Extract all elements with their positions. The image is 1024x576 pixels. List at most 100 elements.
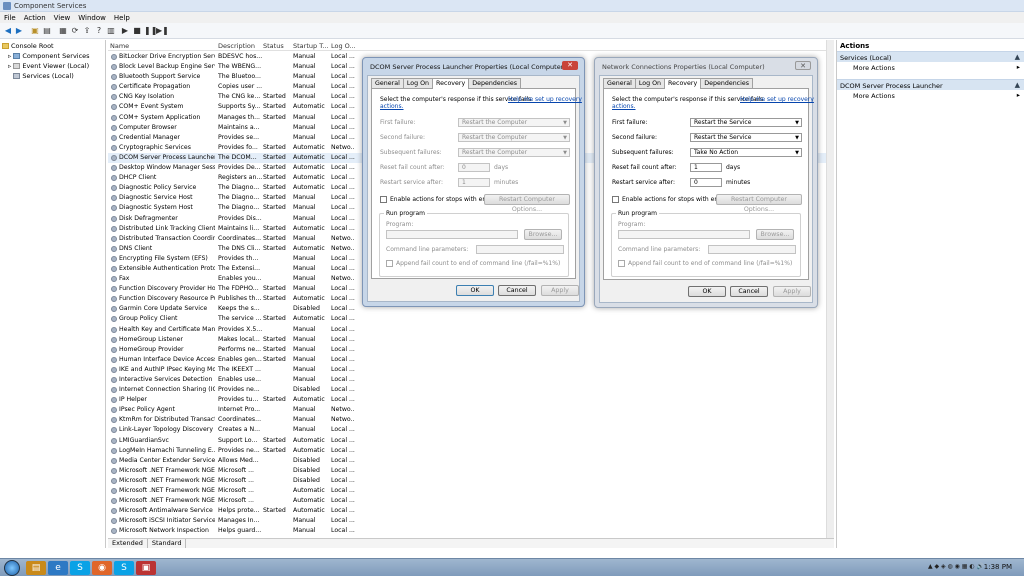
table-row[interactable]: IKE and AuthIP IPsec Keying Mo... The IKE… [108, 365, 834, 375]
enable-actions-checkbox[interactable] [612, 196, 619, 203]
tree-event-viewer[interactable]: ▹ Event Viewer (Local) [8, 62, 89, 70]
table-row[interactable]: HomeGroup Listener Makes local... Started M… [108, 335, 834, 345]
restart-options-button[interactable]: Restart Computer Options... [716, 194, 802, 213]
append-checkbox[interactable] [618, 260, 625, 267]
collapse-icon[interactable]: ▲ [1015, 81, 1020, 89]
cmd-input[interactable] [476, 245, 564, 254]
play-icon[interactable]: ▶ [120, 26, 130, 36]
menu-window[interactable]: Window [74, 12, 110, 22]
tab-dependencies[interactable]: Dependencies [468, 78, 522, 88]
more-actions-1[interactable]: More Actions ▸ [837, 62, 1024, 73]
table-row[interactable]: Internet Connection Sharing (ICS) Provide… [108, 385, 834, 395]
table-row[interactable]: IP Helper Provides tu... Started Automatic L… [108, 395, 834, 405]
more-actions-2[interactable]: More Actions ▸ [837, 90, 1024, 101]
help-link-2[interactable]: actions. [380, 103, 404, 110]
export-icon[interactable]: ⇪ [82, 26, 92, 36]
restart-input[interactable]: 1 [458, 178, 490, 187]
browse-button[interactable]: Browse... [756, 229, 794, 240]
table-row[interactable]: HomeGroup Provider Performs ne... Started M… [108, 345, 834, 355]
tab-extended[interactable]: Extended [108, 539, 148, 548]
subsequent-select[interactable]: Restart the Computer ▼ [458, 148, 570, 157]
col-name[interactable]: Name [110, 42, 129, 50]
help-link-2[interactable]: actions. [612, 103, 636, 110]
tab-dependencies[interactable]: Dependencies [700, 78, 754, 88]
table-row[interactable]: Group Policy Client The service ... Starte… [108, 314, 834, 324]
clock[interactable]: 1:38 PM [984, 563, 1012, 571]
col-startup-type[interactable]: Startup T... [293, 42, 329, 50]
firefox-icon[interactable]: ◉ [92, 561, 112, 575]
show-tree-icon[interactable]: ▤ [42, 26, 52, 36]
console-icon[interactable]: ▥ [106, 26, 116, 36]
browse-button[interactable]: Browse... [524, 229, 562, 240]
stop-icon[interactable]: ■ [132, 26, 142, 36]
actions-section-services[interactable]: Services (Local) ▲ [837, 51, 1024, 62]
col-description[interactable]: Description [218, 42, 255, 50]
apply-button[interactable]: Apply [773, 286, 811, 297]
table-row[interactable]: Interactive Services Detection Enables us… [108, 375, 834, 385]
pause-icon[interactable]: ❚❚ [144, 26, 157, 36]
restart-options-button[interactable]: Restart Computer Options... [484, 194, 570, 213]
tab-general[interactable]: General [371, 78, 404, 88]
first-failure-select[interactable]: Restart the Computer ▼ [458, 118, 570, 127]
help-link[interactable]: Help me set up recovery [508, 96, 582, 103]
collapse-icon[interactable]: ▲ [1015, 53, 1020, 61]
table-row[interactable]: Health Key and Certificate Mana... Provid… [108, 325, 834, 335]
table-row[interactable]: Microsoft .NET Framework NGE... Microsoft… [108, 476, 834, 486]
up-folder-icon[interactable]: ▣ [30, 26, 40, 36]
apply-button[interactable]: Apply [541, 285, 579, 296]
tab-general[interactable]: General [603, 78, 636, 88]
cancel-button[interactable]: Cancel [730, 286, 768, 297]
menu-view[interactable]: View [50, 12, 75, 22]
tab-recovery[interactable]: Recovery [432, 78, 470, 89]
restart-input[interactable]: 0 [690, 178, 722, 187]
ie-icon[interactable]: e [48, 561, 68, 575]
tab-log-on[interactable]: Log On [402, 78, 434, 88]
explorer-icon[interactable]: ▤ [26, 561, 46, 575]
tree-console-root[interactable]: Console Root [2, 42, 54, 50]
close-icon[interactable]: ✕ [562, 61, 578, 70]
cancel-button[interactable]: Cancel [498, 285, 536, 296]
ok-button[interactable]: OK [456, 285, 494, 296]
second-failure-select[interactable]: Restart the Service ▼ [690, 133, 802, 142]
table-row[interactable]: Microsoft .NET Framework NGE... Microsoft… [108, 496, 834, 506]
table-row[interactable]: Media Center Extender Service Allows Med.… [108, 456, 834, 466]
properties-icon[interactable]: ▦ [58, 26, 68, 36]
table-row[interactable]: LMIGuardianSvc Support Lo... Started Automa… [108, 436, 834, 446]
reset-input[interactable]: 0 [458, 163, 490, 172]
app-icon-taskbar[interactable]: ▣ [136, 561, 156, 575]
help-icon[interactable]: ? [94, 26, 104, 36]
table-row[interactable]: LogMeIn Hamachi Tunneling E... Provides n… [108, 446, 834, 456]
menu-help[interactable]: Help [110, 12, 134, 22]
table-row[interactable]: Microsoft Network Inspection Helps guard.… [108, 526, 834, 536]
tree-services-local[interactable]: ▹ Services (Local) [8, 72, 74, 80]
program-input[interactable] [386, 230, 518, 239]
forward-icon[interactable]: ▶ [14, 26, 24, 36]
refresh-icon[interactable]: ⟳ [70, 26, 80, 36]
table-row[interactable]: Microsoft .NET Framework NGE... Microsoft… [108, 466, 834, 476]
menu-file[interactable]: File [0, 12, 20, 22]
table-row[interactable]: Microsoft .NET Framework NGE... Microsoft… [108, 486, 834, 496]
tab-standard[interactable]: Standard [148, 539, 187, 548]
tab-log-on[interactable]: Log On [634, 78, 666, 88]
reset-input[interactable]: 1 [690, 163, 722, 172]
cmd-input[interactable] [708, 245, 796, 254]
ok-button[interactable]: OK [688, 286, 726, 297]
start-button[interactable] [4, 560, 20, 576]
second-failure-select[interactable]: Restart the Computer ▼ [458, 133, 570, 142]
table-row[interactable]: IPsec Policy Agent Internet Pro... Manual N… [108, 405, 834, 415]
subsequent-select[interactable]: Take No Action ▼ [690, 148, 802, 157]
table-row[interactable]: Microsoft iSCSI Initiator Service Manages… [108, 516, 834, 526]
tray-icons[interactable]: ▲ ◆ ◈ ◍ ◉ ▦ ◐ 🔊 [928, 563, 984, 570]
table-row[interactable]: Microsoft Antimalware Service Helps prote… [108, 506, 834, 516]
enable-actions-checkbox[interactable] [380, 196, 387, 203]
menu-action[interactable]: Action [20, 12, 50, 22]
program-input[interactable] [618, 230, 750, 239]
skype-icon-2[interactable]: S [114, 561, 134, 575]
tree-component-services[interactable]: ▹ Component Services [8, 52, 90, 60]
tab-recovery[interactable]: Recovery [664, 78, 702, 89]
table-row[interactable]: Human Interface Device Access Enables gen… [108, 355, 834, 365]
help-link[interactable]: Help me set up recovery [740, 96, 814, 103]
back-icon[interactable]: ◀ [3, 26, 13, 36]
restart-icon[interactable]: ▶❚ [156, 26, 169, 36]
col-log-on-as[interactable]: Log O... [331, 42, 356, 50]
